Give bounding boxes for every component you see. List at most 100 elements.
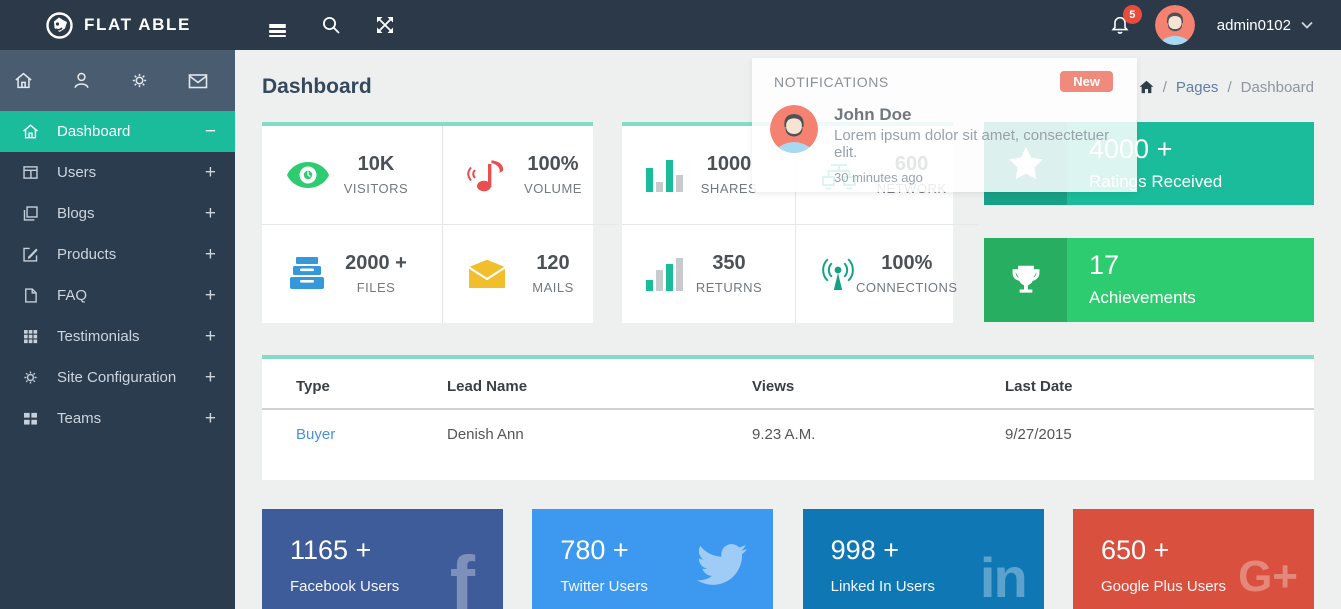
facebook-users-card[interactable]: 1165 + Facebook Users f (262, 509, 503, 609)
stat-value: 10K (358, 153, 395, 175)
expand-indicator: + (205, 285, 216, 307)
stat-label: FILES (330, 280, 422, 295)
chevron-down-icon (1301, 21, 1313, 29)
messages-shortcut-button[interactable] (187, 71, 209, 91)
sidebar-menu: Dashboard − Users + Blogs + Products + F… (0, 111, 235, 439)
breadcrumb-separator: / (1227, 79, 1231, 96)
profile-shortcut-button[interactable] (71, 70, 92, 91)
sidebar-item-label: Testimonials (57, 328, 205, 345)
antenna-icon (820, 257, 856, 291)
notifications-popup-header: NOTIFICATIONS New (752, 58, 1137, 92)
notifications-button[interactable]: 5 (1107, 12, 1133, 38)
sidebar-item-label: Site Configuration (57, 369, 205, 386)
breadcrumb-home-icon[interactable] (1139, 80, 1154, 94)
cell-last-date: 9/27/2015 (1005, 409, 1314, 461)
username: admin0102 (1217, 17, 1291, 34)
stat-label: MAILS (507, 280, 599, 295)
sidebar-item-faq[interactable]: FAQ + (0, 275, 235, 316)
notification-timestamp: 30 minutes ago (834, 170, 1119, 185)
social-cards-section: 1165 + Facebook Users f 780 + Twitter Us… (262, 509, 1314, 609)
stat-tile-connections[interactable]: 100%CONNECTIONS (796, 225, 978, 324)
sidebar-item-teams[interactable]: Teams + (0, 398, 235, 439)
breadcrumb-current: Dashboard (1241, 79, 1314, 96)
expand-indicator: + (205, 367, 216, 389)
page-title: Dashboard (262, 75, 372, 99)
google-plus-users-card[interactable]: 650 + Google Plus Users G+ (1073, 509, 1314, 609)
user-icon (71, 70, 92, 91)
new-badge: New (1060, 71, 1113, 92)
window-icon (21, 163, 40, 182)
notification-count-badge: 5 (1123, 5, 1142, 24)
sidebar-item-testimonials[interactable]: Testimonials + (0, 316, 235, 357)
notifications-popup: NOTIFICATIONS New John Doe Lorem ipsum d… (752, 58, 1137, 192)
leads-table-card: Type Lead Name Views Last Date Buyer Den… (262, 355, 1314, 480)
lead-type-link[interactable]: Buyer (296, 426, 335, 443)
notification-avatar (770, 105, 818, 153)
fullscreen-button[interactable] (371, 11, 399, 39)
expand-indicator: + (205, 162, 216, 184)
achievements-card[interactable]: 17 Achievements (984, 238, 1314, 322)
twitter-icon (691, 541, 753, 598)
table-row: Buyer Denish Ann 9.23 A.M. 9/27/2015 (262, 409, 1314, 461)
navbar-icon-group (263, 11, 399, 39)
brand-logo-icon (46, 12, 73, 39)
sidebar-item-site-configuration[interactable]: Site Configuration + (0, 357, 235, 398)
stat-tile-returns[interactable]: 350RETURNS (622, 225, 796, 324)
stat-label: CONNECTIONS (856, 280, 958, 295)
bar-chart-icon (646, 257, 683, 291)
breadcrumb-pages-link[interactable]: Pages (1176, 79, 1219, 96)
notification-text: John Doe Lorem ipsum dolor sit amet, con… (834, 105, 1119, 185)
column-header-views: Views (752, 359, 1005, 409)
user-avatar[interactable] (1155, 5, 1195, 45)
stat-value: 2000 + (345, 252, 407, 274)
user-menu[interactable]: admin0102 (1217, 17, 1313, 34)
stat-tile-volume[interactable]: 100%VOLUME (443, 126, 619, 225)
search-button[interactable] (317, 11, 345, 39)
column-header-last-date: Last Date (1005, 359, 1314, 409)
sidebar-item-label: Dashboard (57, 123, 205, 140)
file-icon (21, 286, 40, 305)
sidebar-item-dashboard[interactable]: Dashboard − (0, 111, 235, 152)
stats-card-1: 10KVISITORS 100%VOLUME 2000 +FILES 120MA… (262, 122, 593, 323)
brand[interactable]: FLAT ABLE (0, 12, 235, 39)
menu-toggle-button[interactable] (263, 11, 291, 39)
files-icon (286, 257, 328, 290)
cell-type: Buyer (262, 409, 447, 461)
sidebar-item-label: FAQ (57, 287, 205, 304)
column-header-lead-name: Lead Name (447, 359, 752, 409)
twitter-users-card[interactable]: 780 + Twitter Users (532, 509, 773, 609)
expand-indicator: + (205, 408, 216, 430)
search-icon (321, 15, 341, 35)
hamburger-icon (269, 24, 286, 26)
settings-shortcut-button[interactable] (129, 70, 150, 91)
stat-tile-visitors[interactable]: 10KVISITORS (262, 126, 443, 225)
notification-list-item[interactable]: John Doe Lorem ipsum dolor sit amet, con… (752, 92, 1137, 185)
notifications-title: NOTIFICATIONS (774, 74, 889, 90)
google-plus-icon: G+ (1238, 555, 1298, 599)
collapse-indicator: − (205, 121, 216, 143)
home-shortcut-button[interactable] (13, 70, 34, 91)
expand-indicator: + (205, 326, 216, 348)
sidebar-item-label: Blogs (57, 205, 205, 222)
sidebar-item-blogs[interactable]: Blogs + (0, 193, 235, 234)
breadcrumb-separator: / (1163, 79, 1167, 96)
stat-tile-mails[interactable]: 120MAILS (443, 225, 619, 324)
cell-lead-name: Denish Ann (447, 409, 752, 461)
sidebar-item-users[interactable]: Users + (0, 152, 235, 193)
stat-value: 1000 (707, 153, 752, 175)
home-icon (21, 122, 40, 141)
gear-icon (21, 368, 40, 387)
gear-icon (129, 70, 150, 91)
envelope-icon (467, 259, 507, 289)
eye-icon (286, 160, 330, 190)
cell-views: 9.23 A.M. (752, 409, 1005, 461)
bar-chart-icon (646, 158, 683, 192)
stat-value: 350 (712, 252, 745, 274)
stat-value: 100% (527, 153, 578, 175)
linkedin-users-card[interactable]: 998 + Linked In Users in (803, 509, 1044, 609)
top-navbar: FLAT ABLE 5 admin0102 (0, 0, 1341, 50)
stat-tile-files[interactable]: 2000 + FILES (262, 225, 443, 324)
expand-indicator: + (205, 244, 216, 266)
notification-message: Lorem ipsum dolor sit amet, consectetuer… (834, 127, 1119, 161)
sidebar-item-products[interactable]: Products + (0, 234, 235, 275)
